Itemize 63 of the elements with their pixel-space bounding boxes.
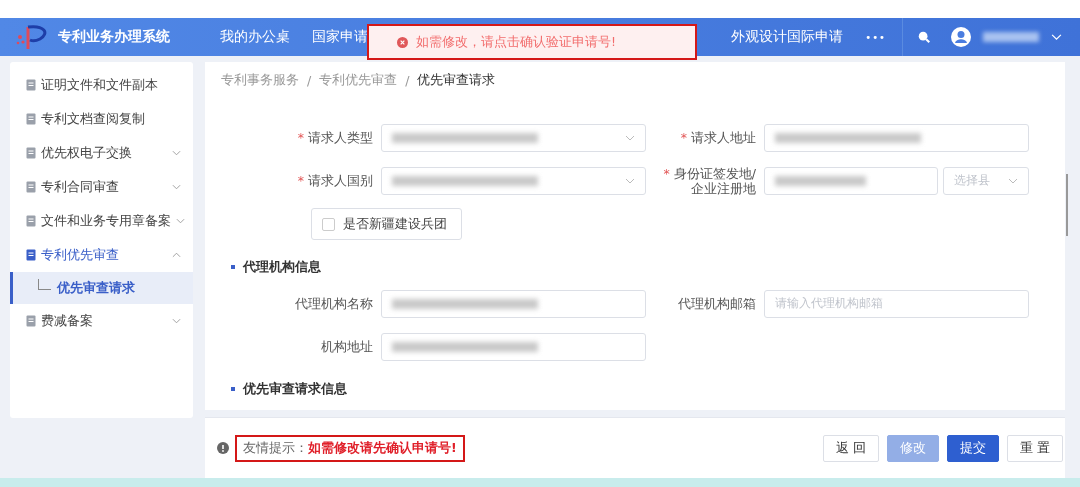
breadcrumb-item[interactable]: 专利事务服务 [221, 71, 299, 89]
field-label: * 请求人地址 [679, 130, 756, 145]
field-label: * 请求人国别 [296, 173, 373, 188]
action-button[interactable]: 提交 [946, 434, 999, 462]
action-button[interactable]: 返 回 [822, 434, 879, 462]
input-field[interactable] [381, 332, 646, 361]
document-icon [26, 147, 36, 159]
hint-text: 如需修改请先确认申请号! [308, 439, 457, 457]
toast-message: 如需修改，请点击确认验证申请号! [416, 33, 616, 51]
input-field[interactable] [381, 123, 646, 152]
field-label: * 请求人类型 [296, 130, 373, 145]
field-label: * 身份证签发地/企业注册地 [662, 165, 756, 196]
checkbox-option[interactable]: 是否新疆建设兵团 [311, 208, 462, 240]
chevron-down-icon[interactable] [176, 218, 185, 224]
more-menu[interactable]: ••• [854, 31, 902, 43]
section-title: 优先审查请求信息 [243, 380, 347, 398]
field-label: 机构地址 [320, 339, 373, 354]
input-field[interactable] [764, 123, 1029, 152]
info-icon [217, 442, 229, 454]
field-label: 代理机构邮箱 [677, 296, 756, 311]
sidebar-item[interactable]: 文件和业务专用章备案 [10, 204, 193, 238]
chevron-up-icon[interactable] [172, 252, 181, 258]
document-icon [26, 113, 36, 125]
breadcrumb-item[interactable]: 专利优先审查 [319, 71, 398, 89]
required-mark: * [663, 165, 670, 181]
blurred-username [983, 32, 1039, 42]
document-icon [26, 215, 36, 227]
document-icon [26, 79, 36, 91]
chevron-down-icon [625, 134, 635, 141]
chevron-down-icon[interactable] [172, 184, 181, 190]
action-button[interactable]: 重 置 [1006, 434, 1063, 462]
chevron-down-icon[interactable] [172, 150, 181, 156]
required-mark: * [297, 130, 304, 145]
field-label: 代理机构名称 [294, 296, 373, 311]
system-title: 专利业务办理系统 [58, 28, 170, 46]
nav-item[interactable]: 我的办公桌 [209, 28, 301, 46]
breadcrumb-separator: / [307, 72, 312, 88]
section-title: 代理机构信息 [243, 258, 321, 276]
breadcrumb-item: 优先审查请求 [417, 71, 496, 89]
sidebar-item[interactable]: 专利优先审查 [10, 238, 193, 272]
sidebar-item[interactable]: 证明文件和文件副本 [10, 68, 193, 102]
chevron-down-icon [625, 177, 635, 184]
hint-label: 友情提示： [243, 439, 308, 457]
document-icon [26, 249, 36, 261]
document-icon [26, 315, 36, 327]
input-field[interactable] [381, 166, 646, 195]
sidebar-subitem[interactable]: 优先审查请求 [10, 272, 193, 304]
search-icon[interactable] [917, 30, 931, 44]
chevron-down-icon[interactable] [172, 318, 181, 324]
nav-item[interactable]: 外观设计国际申请 [720, 28, 855, 46]
breadcrumb-separator: / [405, 72, 410, 88]
sidebar-item[interactable]: 优先权电子交换 [10, 136, 193, 170]
user-avatar-icon[interactable] [951, 27, 971, 47]
sidebar-item[interactable]: 费减备案 [10, 304, 193, 338]
required-mark: * [297, 173, 304, 188]
required-mark: * [680, 130, 687, 145]
error-icon [397, 36, 408, 48]
chevron-down-icon [1008, 177, 1018, 184]
document-icon [26, 181, 36, 193]
sidebar-item[interactable]: 专利合同审查 [10, 170, 193, 204]
input-field[interactable] [764, 166, 938, 195]
sidebar-item[interactable]: 专利文档查阅复制 [10, 102, 193, 136]
input-field[interactable] [381, 289, 646, 318]
